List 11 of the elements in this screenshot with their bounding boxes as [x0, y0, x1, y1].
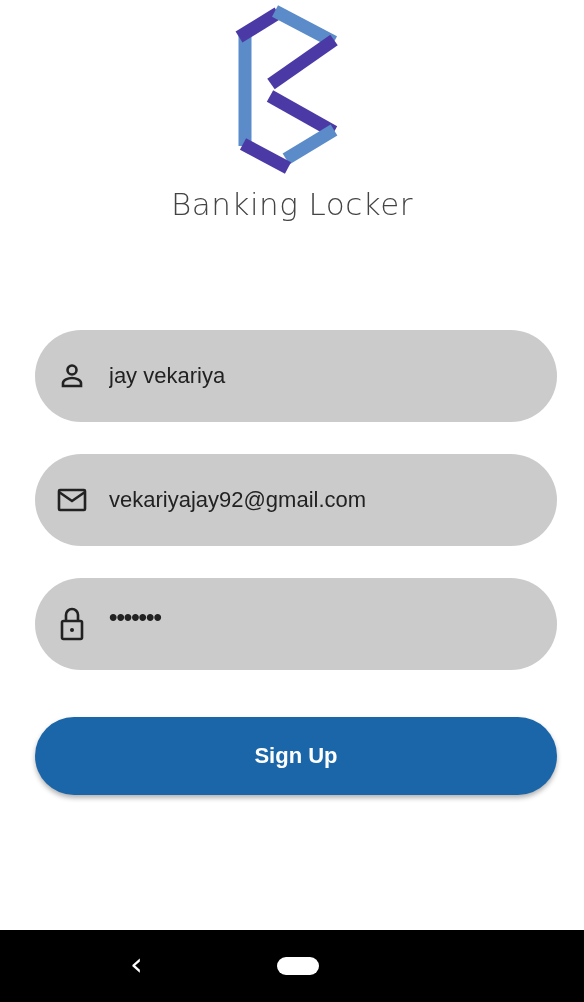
input-field[interactable]: ••••••• [35, 578, 557, 670]
back-button[interactable]: ‹ [126, 946, 147, 982]
sign-up-button[interactable]: Sign Up [35, 717, 557, 795]
input-field[interactable]: vekariyajay92@gmail.com [35, 454, 557, 546]
lock-icon [60, 607, 84, 641]
mail-icon [57, 488, 87, 512]
app-name: Banking Locker [171, 186, 413, 222]
person-icon [61, 364, 83, 388]
logo-icon [235, 5, 338, 174]
home-button[interactable] [277, 957, 319, 975]
input-field[interactable]: jay vekariya [35, 330, 557, 422]
